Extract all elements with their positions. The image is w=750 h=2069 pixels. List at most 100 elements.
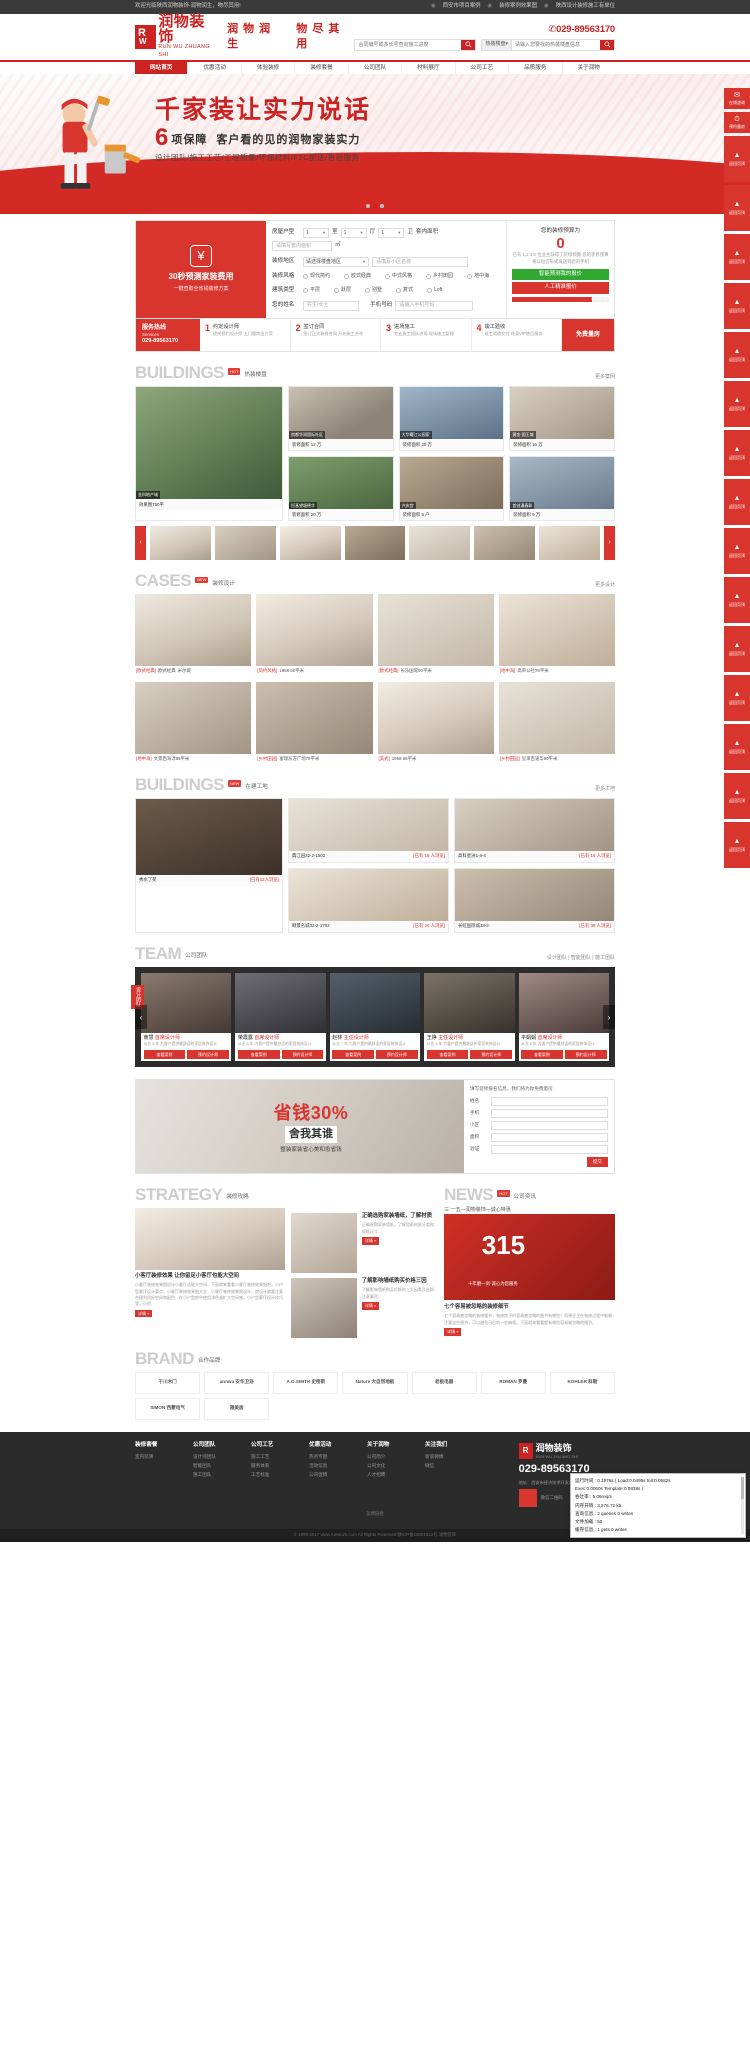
rail-button-13[interactable]: ▲ 返回页顶 [724,674,750,721]
phone-input[interactable]: 请输入手机号码 [395,300,474,311]
carousel-thumb-3[interactable] [344,526,406,561]
auto-quote-button[interactable]: 智能预测我的报价 [512,268,609,281]
case-card-6[interactable]: [美式] 1958 56平米 [377,681,494,764]
type-radio-2[interactable]: 别墅 [365,287,382,294]
footer-link-1-1[interactable]: 智能团队 [193,1462,237,1471]
rail-button-12[interactable]: ▲ 返回页顶 [724,625,750,672]
service-item-0[interactable]: 1 约定设计师 提前预约设计师 上门量房出方案 [200,318,291,352]
name-input[interactable]: 先生/女士 [303,300,359,311]
rail-button-11[interactable]: ▲ 返回页顶 [724,576,750,623]
promo-field-input-1[interactable] [491,1108,608,1118]
district-select[interactable]: 请选择楼盘地区 ▼ [303,257,369,267]
team-book-button-3[interactable]: 预约设计师 [470,1050,513,1059]
brand-logo-0[interactable]: 千川木门 [135,1371,201,1394]
shi-select[interactable]: 1 ▼ [303,228,329,238]
rail-button-0[interactable]: ✉ 在线咨询 [724,88,750,109]
rail-button-14[interactable]: ▲ 返回页顶 [724,723,750,770]
footer-link-2-1[interactable]: 服务体系 [251,1462,295,1471]
strategy-item-more-1[interactable]: 详情 » [361,1301,380,1310]
brand-logo-2[interactable]: A.O.SMITH 史密斯 [273,1371,339,1394]
service-item-1[interactable]: 2 签订合同 签订正式装修合同 开始施工合作 [291,318,381,352]
building-card-0[interactable]: 房都华润国际社区 装修面积 12 万 [288,386,394,452]
type-radio-3[interactable]: 复式 [396,287,413,294]
carousel-thumb-2[interactable] [279,526,341,561]
case-card-3[interactable]: [地中海] 高单公社78平米 [498,594,615,676]
topbar-link-0[interactable]: 西安市项目案例 [443,3,481,11]
footer-link-5-0[interactable]: 新浪微博 [425,1453,469,1462]
search-category-select[interactable]: 热装楼盘 ▾ [482,39,512,50]
footer-link-2-0[interactable]: 施工工艺 [251,1453,295,1462]
team-prev-button[interactable]: ‹ [135,1005,147,1030]
strategy-item-1[interactable]: 了解影响墙纸购买价格三因 了解影响墙纸购买价格的三大因素及选购注意事项… 详情 » [291,1277,434,1338]
footer-link-3-0[interactable]: 热点专题 [309,1453,353,1462]
footer-link-4-1[interactable]: 公司文化 [367,1462,411,1471]
style-radio-1[interactable]: 欧式经典 [344,273,371,280]
building-search-box[interactable]: 热装楼盘 ▾ [481,38,615,51]
service-item-3[interactable]: 4 竣工验收 竣工验收交付 终身VIP售后服务 [472,318,562,352]
brand-logo-5[interactable]: ROMAN 罗曼 [480,1371,546,1394]
rail-button-1[interactable]: ⏱ 预约量房 [724,111,750,133]
strategy-featured-photo[interactable] [135,1207,286,1270]
rail-button-6[interactable]: ▲ 返回页顶 [724,331,750,378]
type-radio-4[interactable]: Loft [427,287,442,294]
manual-quote-button[interactable]: 人工精准报价 [512,282,609,294]
banner-dots[interactable] [366,204,384,208]
brand-logo-1[interactable]: annwa 安华卫浴 [204,1371,270,1394]
case-card-4[interactable]: [地中海] 文景西海淳89平米 [135,681,252,764]
case-card-7[interactable]: [乡村田园] 呈来百速华90平米 [498,681,615,764]
xiaoqu-input[interactable]: 请填写小区名称 [372,257,468,267]
ting-select[interactable]: 1 ▼ [340,228,367,238]
rail-button-7[interactable]: ▲ 返回页顶 [724,380,750,427]
strategy-featured-more[interactable]: 详情 » [135,1309,153,1318]
footer-link-1-2[interactable]: 施工团队 [193,1471,237,1480]
rail-button-5[interactable]: ▲ 返回页顶 [724,282,750,329]
style-radio-2[interactable]: 中式风格 [385,273,412,280]
style-radio-3[interactable]: 乡村田园 [426,273,453,280]
case-card-0[interactable]: [欧式经典] 欧式经典 米尔城 [135,594,252,676]
featured-site-card[interactable]: 秀水丁苑 [已有12人浏览] [135,797,283,933]
team-cases-button-1[interactable]: 查看案例 [237,1050,280,1059]
carousel-next-button[interactable]: › [604,526,616,561]
rail-button-4[interactable]: ▲ 返回页顶 [724,233,750,280]
team-member-4[interactable]: 平娟娟 首席设计师 从业 6 年 为客户提供最舒适的家居装饰设计 查看案例 预约设计师 [518,972,609,1062]
brand-logo-8[interactable]: 雅美居 [204,1397,270,1420]
team-book-button-0[interactable]: 预约设计师 [187,1050,229,1059]
rail-button-9[interactable]: ▲ 返回页顶 [724,478,750,525]
footer-link-4-2[interactable]: 人才招聘 [367,1471,411,1480]
team-member-2[interactable]: 赵林 主任设计师 从业 7 年 为客户提供最舒适的家居装饰设计 查看案例 预约设计师 [329,972,421,1062]
rail-button-15[interactable]: ▲ 返回页顶 [724,772,750,819]
footer-link-3-1[interactable]: 活动信息 [309,1462,353,1471]
cases-more[interactable]: 更多设计 [595,582,615,589]
site-card-3[interactable]: 长虹国际城33-2- [已有 38 人浏览] [454,867,615,933]
carousel-thumb-5[interactable] [474,526,536,561]
footer-link-2-2[interactable]: 工艺标准 [251,1471,295,1480]
carousel-thumb-1[interactable] [214,526,276,561]
promo-field-input-3[interactable] [491,1132,608,1142]
topbar-link-1[interactable]: 装修案例效果图 [499,3,537,11]
team-member-0[interactable]: 南慧 首席设计师 从业 9 年 为客户提供最舒适的家居装饰设计 查看案例 预约设计师 [141,972,232,1062]
promo-field-input-2[interactable] [491,1120,608,1130]
team-more[interactable]: 设计团队 | 智能团队 | 施工团队 [547,955,615,962]
buildings2-more[interactable]: 更多工地 [595,786,615,793]
brand-logo-7[interactable]: SIMON 西蒙电气 [135,1397,201,1420]
wei-select[interactable]: 1 ▼ [378,228,405,238]
news-detail-button[interactable]: 详情 » [444,1327,462,1336]
strategy-item-title-1[interactable]: 了解影响墙纸购买价格三因 [362,1278,434,1286]
banner-dot-2[interactable] [380,204,384,208]
promo-field-input-0[interactable] [491,1096,608,1106]
team-next-button[interactable]: › [603,1005,615,1030]
debug-scrollbar[interactable] [741,1477,744,1534]
news-banner-title[interactable]: 三·一五—润物装饰—诚心特惠 [444,1207,615,1214]
featured-building-card[interactable]: 金科地产城 效果图750平 [135,386,283,522]
news-banner-image[interactable]: 315 十年磨一剑·诚心为您服务 [444,1213,615,1300]
rail-button-16[interactable]: ▲ 返回页顶 [724,821,750,868]
building-card-1[interactable]: 大华曙江公园家 装修面积 20 万 [398,386,505,452]
footer-link-3-2[interactable]: 公司促销 [309,1471,353,1480]
footer-link-1-0[interactable]: 设计师团队 [193,1453,237,1462]
building-card-5[interactable]: 首创漫春彰 装修面积 9 万 [509,456,615,522]
team-cases-button-3[interactable]: 查看案例 [426,1050,469,1059]
free-measure-button[interactable]: 免费量房 [562,318,614,352]
area-input[interactable]: 请填写套内面积 [272,241,332,251]
team-cases-button-4[interactable]: 查看案例 [521,1050,563,1059]
promo-submit-button[interactable]: 提交 [586,1157,608,1167]
